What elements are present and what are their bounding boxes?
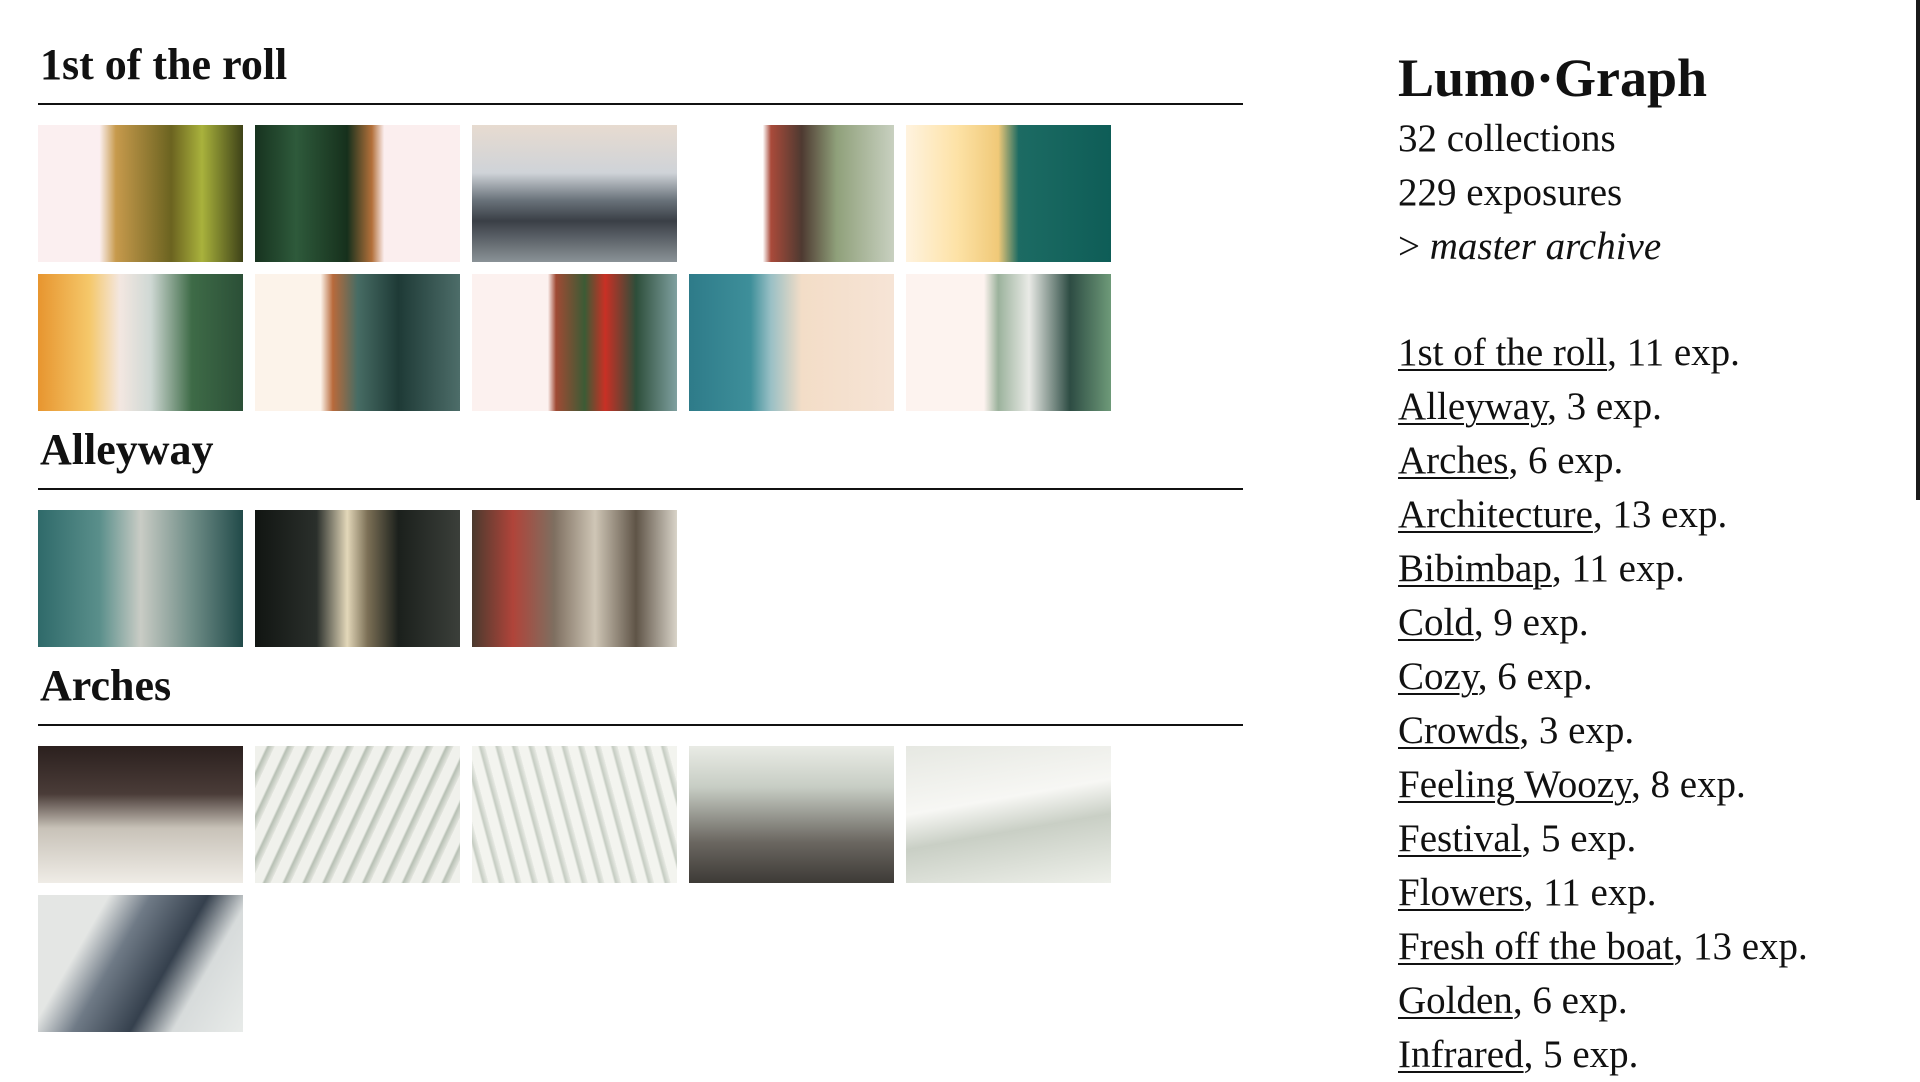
collection-item: Flowers, 11 exp. [1398, 866, 1878, 920]
thumb-grid [38, 510, 1243, 647]
photo-covered-arcade[interactable] [38, 510, 243, 647]
collection-count: , 8 exp. [1631, 763, 1746, 806]
collection-count: , 3 exp. [1547, 385, 1662, 428]
collection-link-flowers[interactable]: Flowers [1398, 871, 1524, 914]
photo-street-awnings[interactable] [472, 510, 677, 647]
collection-count: , 5 exp. [1523, 1033, 1639, 1076]
photo-shuttered-alley[interactable] [255, 510, 460, 647]
collection-count: , 9 exp. [1473, 601, 1589, 644]
photo-portrait-man-smiling[interactable] [38, 125, 243, 262]
collection-link-alleyway[interactable]: Alleyway [1398, 385, 1547, 428]
collections-count: 32 collections [1398, 117, 1616, 160]
photo-tower-upward[interactable] [38, 895, 243, 1032]
thumb-grid [38, 125, 1243, 411]
collection-item: Alleyway, 3 exp. [1398, 380, 1878, 434]
collection-link-feeling-woozy[interactable]: Feeling Woozy [1398, 763, 1631, 806]
collection-link-architecture[interactable]: Architecture [1398, 493, 1593, 536]
section-title: Alleyway [38, 425, 1243, 490]
collection-link-crowds[interactable]: Crowds [1398, 709, 1519, 752]
section-1st-of-the-roll: 1st of the roll [38, 40, 1243, 411]
photo-white-ribs[interactable] [472, 746, 677, 883]
collection-count: , 6 exp. [1477, 655, 1593, 698]
scrollbar-thumb[interactable] [1916, 0, 1920, 500]
collection-item: Infrared, 5 exp. [1398, 1028, 1878, 1082]
photo-station-hall[interactable] [255, 274, 460, 411]
photo-river-pilings[interactable] [472, 125, 677, 262]
photo-red-jackets-tree[interactable] [472, 274, 677, 411]
exposures-count: 229 exposures [1398, 171, 1623, 214]
photo-wing-curve[interactable] [906, 746, 1111, 883]
collection-link-cozy[interactable]: Cozy [1398, 655, 1478, 698]
section-alleyway: Alleyway [38, 425, 1243, 647]
collection-count: , 13 exp. [1592, 493, 1728, 536]
master-archive-link[interactable]: master archive [1430, 225, 1661, 268]
collection-link-infrared[interactable]: Infrared [1398, 1033, 1524, 1076]
collection-item: Fresh off the boat, 13 exp. [1398, 920, 1878, 974]
collection-link-cold[interactable]: Cold [1398, 601, 1474, 644]
photo-man-in-park[interactable] [689, 125, 894, 262]
collection-item: 1st of the roll, 11 exp. [1398, 326, 1878, 380]
collection-item: Cozy, 6 exp. [1398, 650, 1878, 704]
photo-teal-window[interactable] [906, 125, 1111, 262]
photo-blue-water-haze[interactable] [689, 274, 894, 411]
collection-item: Bibimbap, 11 exp. [1398, 542, 1878, 596]
collection-link-arches[interactable]: Arches [1398, 439, 1508, 482]
photo-memorial-pool[interactable] [38, 746, 243, 883]
collections-gallery: 1st of the roll Alleyway Arches [38, 40, 1243, 1046]
site-title: Lumo·Graph [1398, 48, 1708, 108]
collection-count: , 5 exp. [1521, 817, 1637, 860]
collection-item: Golden, 6 exp. [1398, 974, 1878, 1028]
collection-list: 1st of the roll, 11 exp. Alleyway, 3 exp… [1398, 326, 1878, 1082]
section-title: Arches [38, 661, 1243, 726]
collection-count: , 11 exp. [1607, 331, 1740, 374]
collection-count: , 11 exp. [1523, 871, 1657, 914]
collection-item: Cold, 9 exp. [1398, 596, 1878, 650]
collection-count: , 3 exp. [1519, 709, 1635, 752]
collection-item: Arches, 6 exp. [1398, 434, 1878, 488]
photo-ceiling-arches[interactable] [689, 746, 894, 883]
master-archive-row: > master archive [1398, 220, 1878, 274]
photo-dark-foliage[interactable] [255, 125, 460, 262]
photo-oculus-ribs[interactable] [255, 746, 460, 883]
master-archive-prefix: > [1398, 225, 1430, 268]
collection-link-golden[interactable]: Golden [1398, 979, 1513, 1022]
collection-item: Crowds, 3 exp. [1398, 704, 1878, 758]
photo-castle-tower[interactable] [906, 274, 1111, 411]
section-arches: Arches [38, 661, 1243, 1032]
photo-lotus-pond-tower[interactable] [38, 274, 243, 411]
collection-link-festival[interactable]: Festival [1398, 817, 1522, 860]
collection-item: Feeling Woozy, 8 exp. [1398, 758, 1878, 812]
collection-count: , 6 exp. [1508, 439, 1624, 482]
collection-count: , 11 exp. [1551, 547, 1685, 590]
collection-link-bibimbap[interactable]: Bibimbap [1398, 547, 1552, 590]
section-title: 1st of the roll [38, 40, 1243, 105]
thumb-grid [38, 746, 1243, 1032]
collection-count: , 6 exp. [1512, 979, 1628, 1022]
collection-item: Architecture, 13 exp. [1398, 488, 1878, 542]
collection-item: Festival, 5 exp. [1398, 812, 1878, 866]
collection-link-1st-of-the-roll[interactable]: 1st of the roll [1398, 331, 1607, 374]
sidebar: Lumo·Graph 32 collections 229 exposures … [1398, 44, 1878, 1082]
collection-count: , 13 exp. [1673, 925, 1808, 968]
collection-link-fresh-off-the-boat[interactable]: Fresh off the boat [1398, 925, 1673, 968]
